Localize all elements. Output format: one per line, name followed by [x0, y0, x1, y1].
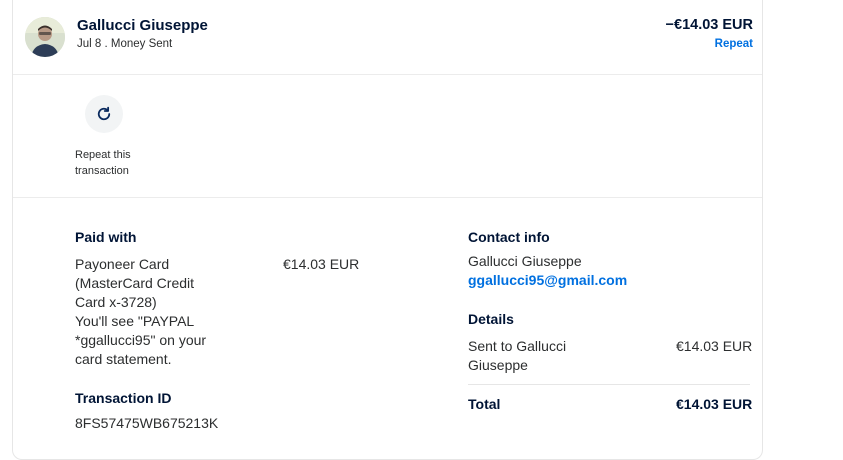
paid-with-heading: Paid with — [75, 229, 137, 245]
repeat-transaction-button[interactable] — [85, 95, 123, 133]
refresh-icon — [97, 106, 111, 121]
counterparty-name: Gallucci Giuseppe — [77, 17, 208, 34]
total-label: Total — [468, 396, 501, 412]
paid-amount: €14.03 EUR — [283, 256, 360, 272]
transaction-id-heading: Transaction ID — [75, 390, 172, 406]
contact-info-heading: Contact info — [468, 229, 550, 245]
repeat-link[interactable]: Repeat — [715, 38, 753, 50]
repeat-transaction-label: Repeat this transaction — [75, 149, 131, 177]
total-amount: €14.03 EUR — [676, 396, 753, 412]
divider — [468, 384, 750, 385]
transaction-amount: −€14.03 EUR — [665, 17, 753, 33]
details-heading: Details — [468, 311, 514, 327]
transaction-card: Gallucci Giuseppe Jul 8 . Money Sent −€1… — [12, 0, 763, 460]
profile-photo-icon — [25, 17, 65, 57]
statement-note-line3: card statement. — [75, 351, 172, 367]
statement-note-line1: You'll see "PAYPAL — [75, 313, 195, 329]
contact-email-link[interactable]: ggallucci95@gmail.com — [468, 271, 627, 290]
avatar — [25, 17, 65, 57]
contact-name: Gallucci Giuseppe — [468, 253, 582, 269]
payment-method-line2: (MasterCard Credit — [75, 275, 195, 291]
transaction-details: Paid with Payoneer Card (MasterCard Cred… — [13, 198, 762, 460]
payment-method-line1: Payoneer Card — [75, 256, 170, 272]
sent-to-line1: Sent to Gallucci — [468, 338, 567, 354]
statement-note-line2: *ggallucci95" on your — [75, 332, 207, 348]
quick-actions: Repeat this transaction — [13, 75, 762, 198]
sent-to-line2: Giuseppe — [468, 357, 528, 373]
transaction-header: Gallucci Giuseppe Jul 8 . Money Sent −€1… — [13, 0, 762, 75]
transaction-id-value: 8FS57475WB675213K — [75, 415, 219, 431]
sent-amount: €14.03 EUR — [676, 338, 753, 354]
transaction-date: Jul 8 . Money Sent — [77, 38, 173, 50]
payment-method-line3: Card x-3728) — [75, 294, 157, 310]
